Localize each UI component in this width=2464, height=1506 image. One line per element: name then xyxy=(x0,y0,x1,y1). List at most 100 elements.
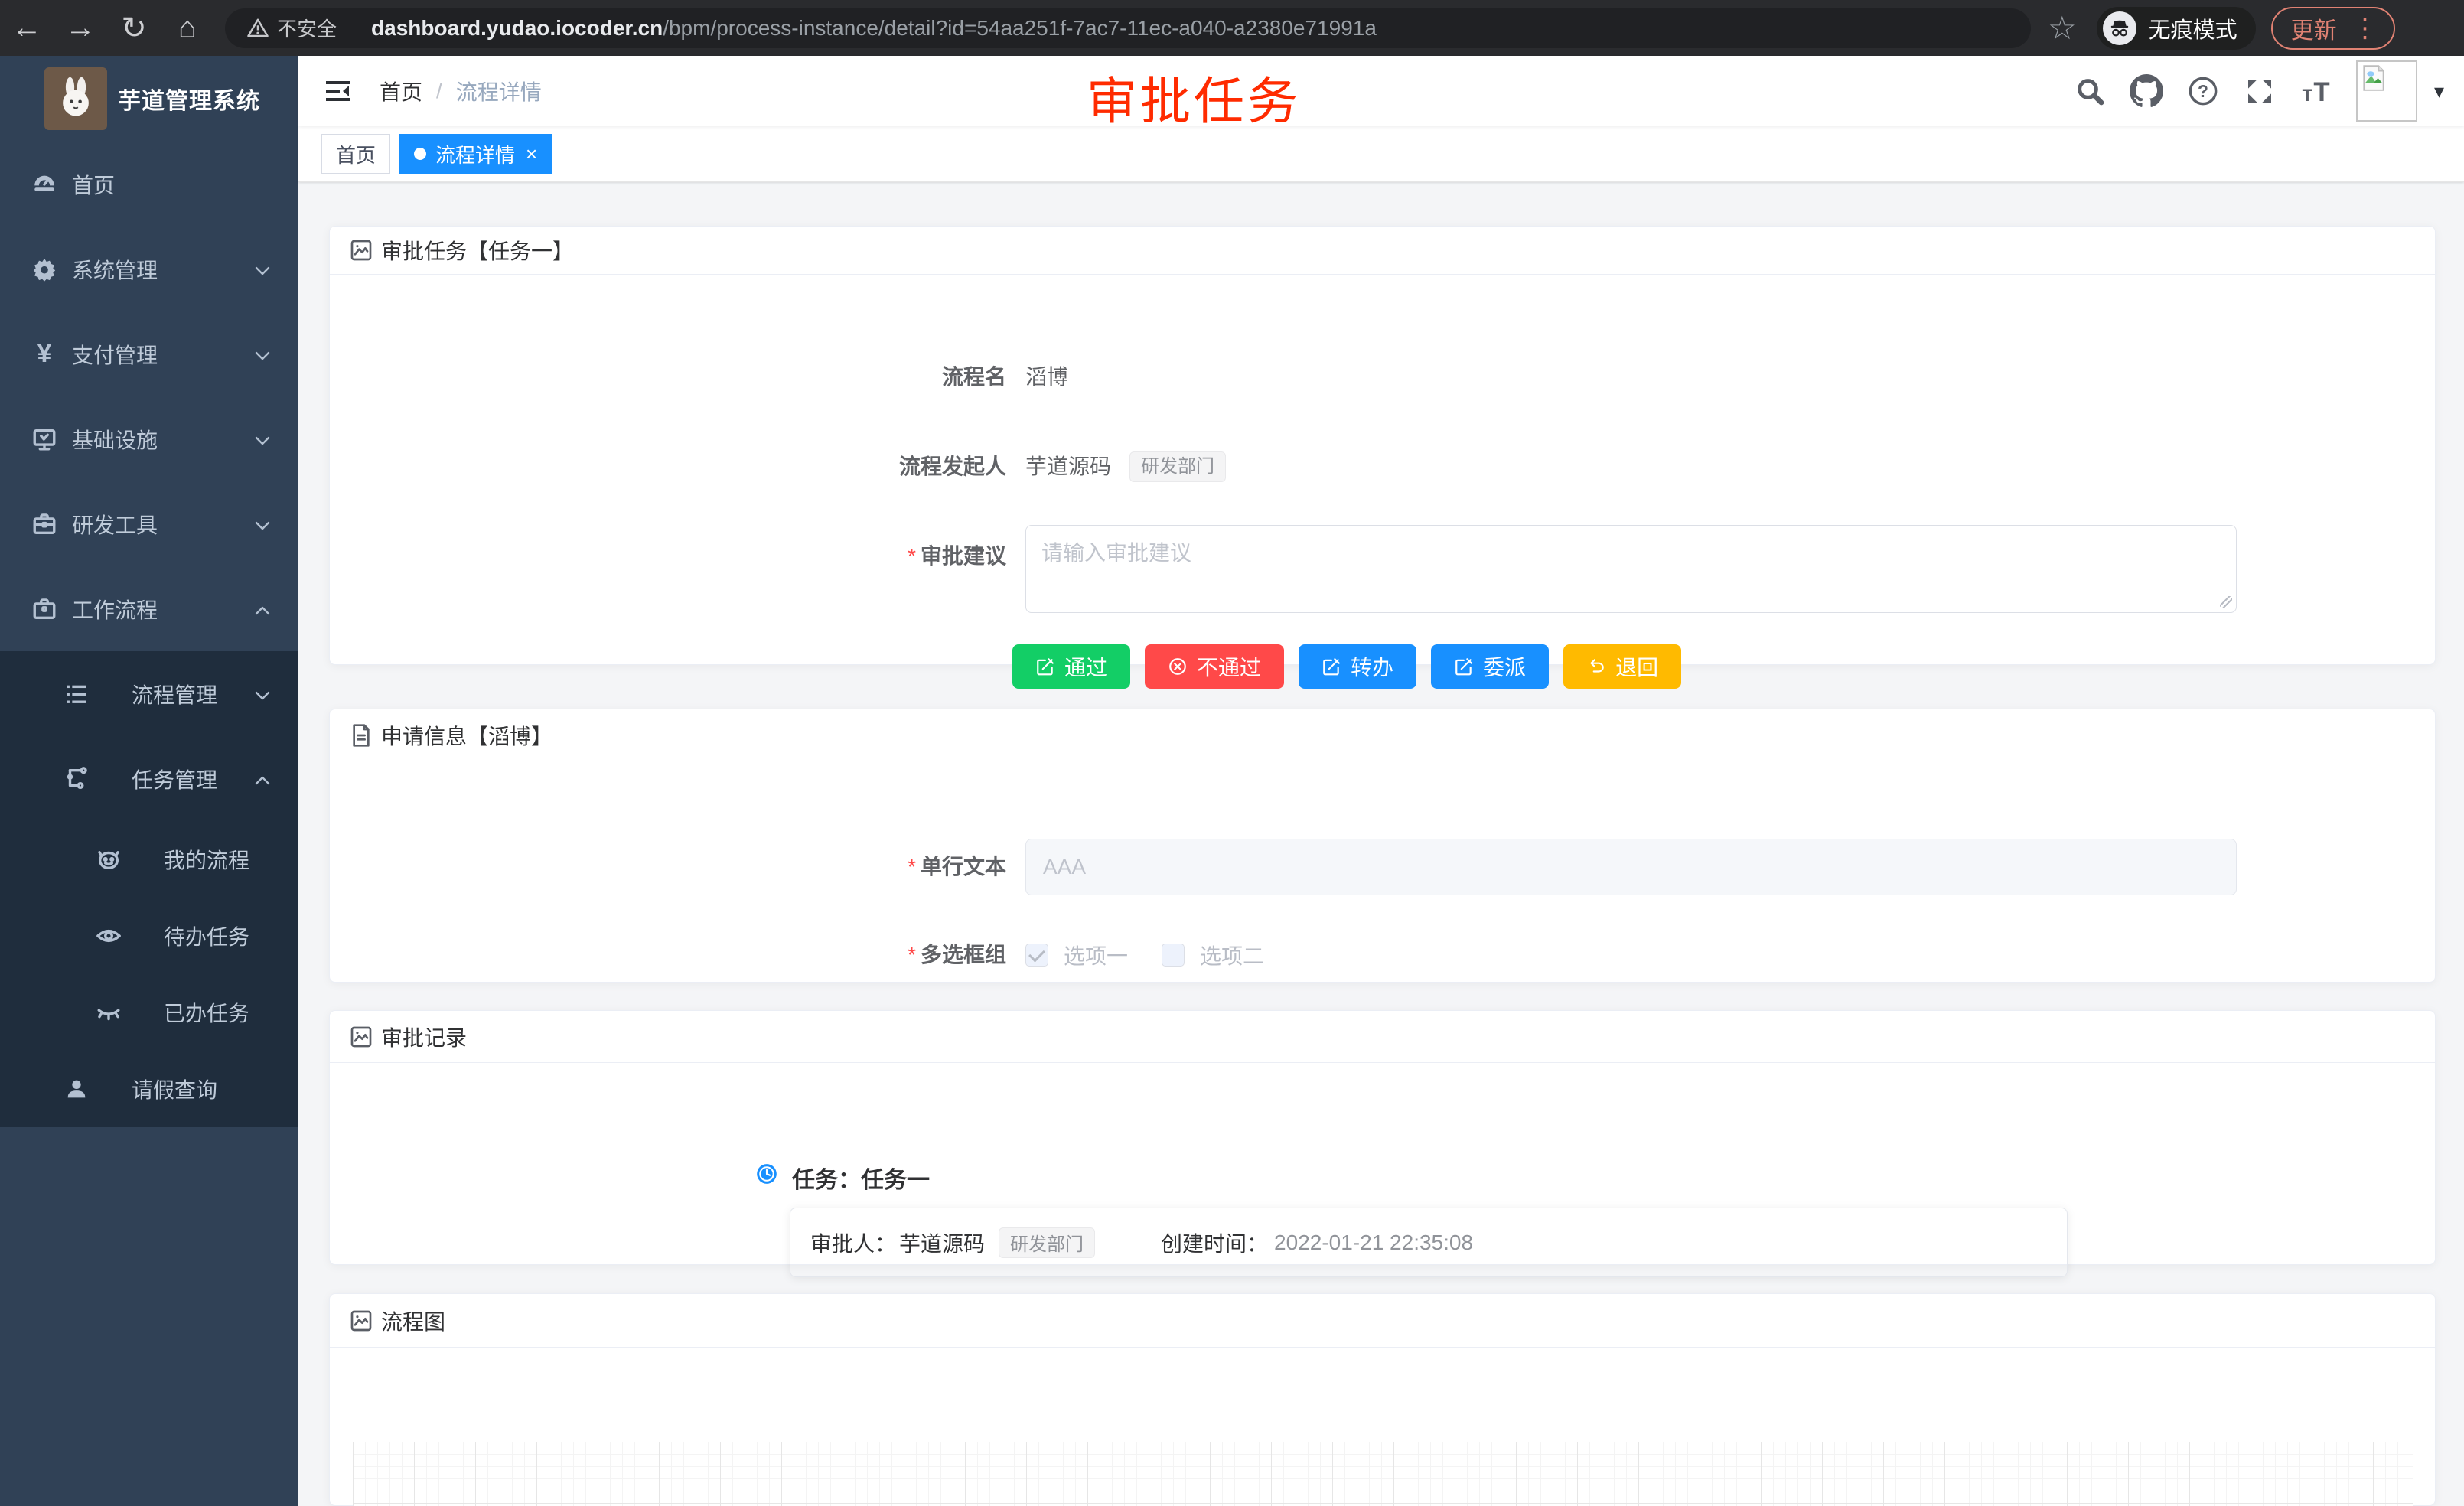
breadcrumb-home[interactable]: 首页 xyxy=(380,76,422,106)
checkbox-unchecked-icon xyxy=(1162,944,1185,967)
sidebar-item-done-tasks[interactable]: 已办任务 xyxy=(0,974,298,1051)
logo-image xyxy=(44,67,107,130)
help-icon[interactable]: ? xyxy=(2186,74,2220,108)
tab-label: 首页 xyxy=(336,140,376,168)
sidebar-item-my-process[interactable]: 我的流程 xyxy=(0,821,298,898)
browser-back-button[interactable]: ← xyxy=(0,7,54,50)
tab-process-detail[interactable]: 流程详情 × xyxy=(399,134,552,174)
sidebar-item-label: 基础设施 xyxy=(72,424,158,455)
sidebar-toggle-button[interactable] xyxy=(321,74,355,108)
checkbox-label: 选项一 xyxy=(1064,940,1128,970)
avatar-caret-icon[interactable]: ▾ xyxy=(2434,80,2444,103)
browser-reload-button[interactable]: ↻ xyxy=(107,7,161,50)
button-label: 委派 xyxy=(1483,651,1526,682)
button-label: 退回 xyxy=(1615,651,1658,682)
dashboard-icon xyxy=(31,171,58,198)
reject-button[interactable]: 不通过 xyxy=(1145,644,1284,689)
breadcrumb-current: 流程详情 xyxy=(456,76,542,106)
sidebar-item-label: 首页 xyxy=(72,169,115,200)
chevron-down-icon xyxy=(254,512,271,536)
transfer-button[interactable]: 转办 xyxy=(1299,644,1416,689)
list-tree-icon xyxy=(63,680,90,708)
checkbox-group-label: *多选框组 xyxy=(330,940,1006,970)
security-chip[interactable]: 不安全 xyxy=(246,14,337,42)
picture-icon xyxy=(349,238,373,262)
return-button[interactable]: 退回 xyxy=(1563,644,1681,689)
approval-records-card: 审批记录 任务：任务一 审批人：芋道源码 研发部门 创建时间： 2022-01-… xyxy=(329,1010,2436,1265)
approval-task-card: 审批任务【任务一】 流程名 滔博 流程发起人 芋道源码 研发部门 *审批建议 通… xyxy=(329,226,2436,665)
chevron-up-icon xyxy=(254,767,271,791)
back-icon: ← xyxy=(11,11,42,45)
breadcrumb: 首页 / 流程详情 xyxy=(380,76,542,106)
sidebar-item-process-management[interactable]: 流程管理 xyxy=(0,651,298,736)
font-size-icon[interactable]: TT xyxy=(2299,74,2333,108)
card-header: 流程图 xyxy=(330,1294,2435,1348)
sidebar-item-workflow[interactable]: 工作流程 xyxy=(0,566,298,651)
home-icon: ⌂ xyxy=(178,11,197,45)
sidebar-item-leave-query[interactable]: 请假查询 xyxy=(0,1051,298,1127)
sidebar-item-label: 流程管理 xyxy=(132,679,217,709)
tags-view-bar: 首页 流程详情 × xyxy=(298,126,2464,182)
forward-icon: → xyxy=(65,11,96,45)
comment-textarea[interactable] xyxy=(1025,525,2237,613)
annotation-overlay-text: 审批任务 xyxy=(1087,60,1301,134)
svg-text:T: T xyxy=(2303,86,2313,105)
picture-icon xyxy=(349,1309,373,1333)
fullscreen-icon[interactable] xyxy=(2243,74,2277,108)
tab-home[interactable]: 首页 xyxy=(321,134,390,174)
sidebar-item-todo-tasks[interactable]: 待办任务 xyxy=(0,898,298,974)
avatar[interactable] xyxy=(2356,60,2417,122)
approval-actions: 通过 不通过 转办 委派 退回 xyxy=(1012,644,1681,689)
update-button[interactable]: 更新 xyxy=(2291,11,2337,45)
approve-button[interactable]: 通过 xyxy=(1012,644,1130,689)
card-title: 申请信息【滔博】 xyxy=(381,720,552,751)
sidebar-item-label: 已办任务 xyxy=(164,997,249,1028)
github-icon[interactable] xyxy=(2130,74,2163,108)
url-path: /bpm/process-instance/detail?id=54aa251f… xyxy=(663,16,1377,40)
reload-icon: ↻ xyxy=(121,11,147,46)
required-marker: * xyxy=(908,855,916,878)
sidebar-item-infrastructure[interactable]: 基础设施 xyxy=(0,396,298,481)
incognito-label: 无痕模式 xyxy=(2149,12,2237,44)
briefcase-icon xyxy=(31,595,58,623)
browser-toolbar: ← → ↻ ⌂ 不安全 dashboard.yudao.iocoder.cn/b… xyxy=(0,0,2464,56)
navbar-actions: ? TT ▾ xyxy=(2073,60,2444,122)
sidebar-item-label: 工作流程 xyxy=(72,594,158,624)
document-icon xyxy=(349,723,373,748)
browser-update-pill: 更新 ⋮ xyxy=(2271,7,2395,50)
sidebar-item-payment[interactable]: ¥ 支付管理 xyxy=(0,311,298,396)
checkbox-checked-icon xyxy=(1025,944,1048,967)
sidebar-item-label: 研发工具 xyxy=(72,509,158,539)
sidebar-item-dev-tools[interactable]: 研发工具 xyxy=(0,481,298,566)
broken-image-icon xyxy=(2359,64,2388,93)
chevron-down-icon xyxy=(254,427,271,451)
sidebar-item-task-management[interactable]: 任务管理 xyxy=(0,736,298,821)
approver-name: 芋道源码 xyxy=(899,1227,985,1258)
browser-forward-button[interactable]: → xyxy=(54,7,107,50)
security-label: 不安全 xyxy=(277,14,337,42)
delegate-button[interactable]: 委派 xyxy=(1431,644,1549,689)
sidebar-item-label: 我的流程 xyxy=(164,844,249,875)
sidebar-menu: 首页 系统管理 ¥ 支付管理 基础设施 研发工具 工作流程 xyxy=(0,142,298,1127)
bookmark-star-icon[interactable]: ☆ xyxy=(2048,9,2077,47)
sidebar-item-label: 请假查询 xyxy=(132,1074,217,1104)
edit-icon xyxy=(1322,657,1341,676)
incognito-icon xyxy=(2103,11,2136,45)
bpmn-canvas-grid xyxy=(353,1442,2413,1506)
search-icon[interactable] xyxy=(2073,74,2107,108)
address-bar[interactable]: 不安全 dashboard.yudao.iocoder.cn/bpm/proce… xyxy=(225,8,2031,48)
process-name-label: 流程名 xyxy=(330,362,1006,393)
required-marker: * xyxy=(908,544,916,568)
app-logo[interactable]: 芋道管理系统 xyxy=(0,56,298,142)
browser-home-button[interactable]: ⌂ xyxy=(161,7,214,50)
browser-menu-icon[interactable]: ⋮ xyxy=(2349,15,2381,41)
tab-close-icon[interactable]: × xyxy=(526,144,537,164)
sidebar-item-label: 待办任务 xyxy=(164,921,249,951)
warning-icon xyxy=(246,17,269,40)
gear-icon xyxy=(31,256,58,283)
chevron-up-icon xyxy=(254,597,271,621)
button-label: 不通过 xyxy=(1197,651,1261,682)
edit-icon xyxy=(1454,657,1474,676)
sidebar-item-system[interactable]: 系统管理 xyxy=(0,227,298,311)
sidebar-item-home[interactable]: 首页 xyxy=(0,142,298,227)
